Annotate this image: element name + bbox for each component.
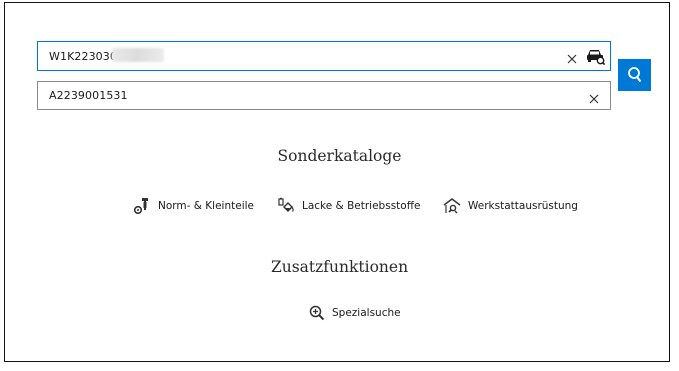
zusatzfunktionen-title: Zusatzfunktionen (270, 258, 409, 276)
sonderkataloge-title: Sonderkataloge (277, 147, 402, 165)
car-search-icon[interactable] (585, 47, 606, 66)
link-spezialsuche[interactable]: Spezialsuche (309, 305, 401, 321)
paint-bucket-icon (278, 197, 294, 212)
part-number-value[interactable]: A2239001531 (38, 89, 128, 102)
link-lacke-betriebsstoffe[interactable]: Lacke & Betriebsstoffe (277, 197, 420, 215)
norm-kleinteile-label: Norm- & Kleinteile (158, 200, 254, 212)
link-norm-kleinteile[interactable]: Norm- & Kleinteile (133, 197, 254, 215)
search-button[interactable] (618, 59, 651, 91)
lacke-betriebsstoffe-label: Lacke & Betriebsstoffe (302, 200, 421, 212)
part-number-input[interactable]: A2239001531 (37, 81, 611, 110)
redacted-vin-segment (112, 48, 164, 62)
zoom-plus-icon (309, 305, 325, 321)
werkstattausruestung-label: Werkstattausrüstung (468, 200, 578, 212)
link-werkstattausruestung[interactable]: Werkstattausrüstung (443, 197, 578, 215)
vin-clear-icon[interactable] (566, 50, 578, 64)
vin-input-value[interactable]: W1K223030 (38, 50, 117, 63)
bolt-gear-icon (133, 198, 148, 215)
search-icon (627, 67, 641, 83)
part-clear-icon[interactable] (588, 90, 600, 103)
garage-wrench-icon (443, 198, 461, 214)
spezialsuche-label: Spezialsuche (332, 307, 401, 319)
